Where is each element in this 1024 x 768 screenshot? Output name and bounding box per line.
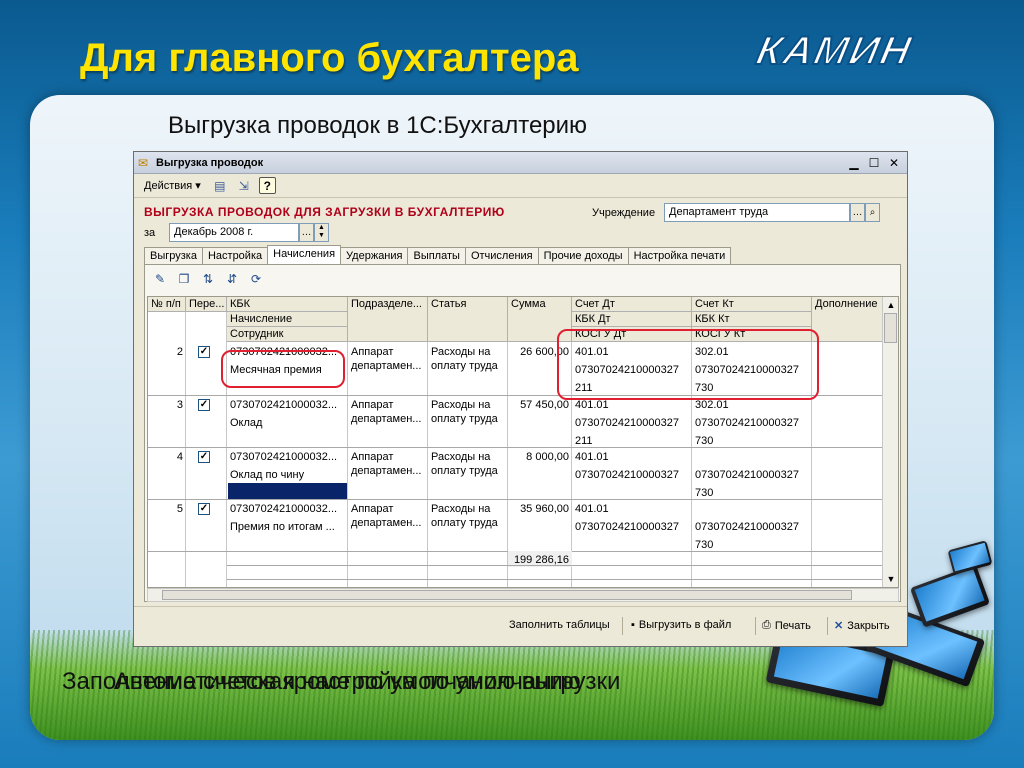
scroll-down-icon[interactable]: ▼ [884, 572, 898, 586]
tab-contributions[interactable]: Отчисления [464, 247, 539, 264]
institution-label: Учреждение [592, 207, 656, 219]
col-extra[interactable]: Дополнение [812, 297, 884, 342]
period-field[interactable]: Декабрь 2008 г. [169, 223, 299, 242]
vertical-scrollbar[interactable]: ▲ ▼ [882, 297, 898, 587]
accruals-panel: ✎ ❐ ⇅ ⇵ ⟳ № п/п Пере... КБК Начисление С… [144, 264, 901, 602]
export-file-button[interactable]: ▪ Выгрузить в файл [631, 619, 731, 631]
fill-tables-button[interactable]: Заполнить таблицы [509, 619, 610, 631]
kamin-logo: КАМИН [752, 28, 918, 74]
period-row: за Декабрь 2008 г. … ▲ ▼ [144, 223, 444, 243]
window-title: Выгрузка проводок [156, 156, 264, 169]
close-x-icon: ✕ [834, 620, 844, 632]
document-icon: ✉ [138, 155, 149, 170]
sort-asc-icon[interactable]: ⇅ [199, 271, 217, 287]
minimize-icon[interactable]: ▁ [845, 155, 863, 171]
print-button[interactable]: ⎙ Печать [762, 619, 811, 632]
transfer-checkbox[interactable]: ✓ [198, 503, 210, 515]
col-credit-kbk: КБК Кт [692, 312, 812, 327]
col-kbk[interactable]: КБК [227, 297, 348, 312]
print-label: Печать [774, 619, 811, 632]
copy-icon[interactable]: ▤ [211, 177, 229, 195]
col-debit-kbk: КБК Дт [572, 312, 692, 327]
col-transfer[interactable]: Пере... [186, 297, 227, 312]
tab-print-settings[interactable]: Настройка печати [627, 247, 732, 264]
transfer-checkbox[interactable]: ✓ [198, 451, 210, 463]
period-spinner[interactable]: ▲ ▼ [314, 223, 329, 242]
tab-payments[interactable]: Выплаты [407, 247, 466, 264]
window-titlebar: ✉ Выгрузка проводок ▁ ☐ ✕ [134, 152, 907, 174]
close-icon[interactable]: ✕ [885, 155, 903, 171]
scroll-up-icon[interactable]: ▲ [884, 298, 898, 312]
slide-subtitle: Выгрузка проводок в 1С:Бухгалтерию [168, 112, 588, 139]
search-icon[interactable]: ⌕ [865, 203, 880, 222]
selected-cell[interactable] [228, 483, 347, 499]
window-toolbar: Действия ▾ ▤ ⇲ ? [134, 174, 907, 198]
col-num[interactable]: № п/п [148, 297, 186, 312]
close-button[interactable]: ✕ Закрыть [834, 619, 890, 633]
refresh-icon[interactable]: ⇲ [235, 177, 253, 195]
highlight-accounts [557, 329, 819, 400]
window-footer: Заполнить таблицы ▪ Выгрузить в файл ⎙ П… [134, 606, 907, 646]
grid-toolbar: ✎ ❐ ⇅ ⇵ ⟳ [151, 271, 265, 287]
slide-title: Для главного бухгалтера [80, 36, 579, 80]
col-kbk-employee: Сотрудник [227, 327, 348, 342]
tab-deductions[interactable]: Удержания [340, 247, 409, 264]
institution-select-button[interactable]: … [850, 203, 865, 222]
printer-icon: ⎙ [762, 619, 771, 631]
institution-field[interactable]: Департамент труда [664, 203, 850, 222]
tab-settings[interactable]: Настройка [201, 247, 269, 264]
caption-text-b: Автоматическая настройка по умолчанию [114, 668, 581, 695]
col-debit[interactable]: Счет Дт [572, 297, 692, 312]
copy-rows-icon[interactable]: ❐ [175, 271, 193, 287]
form-header: ВЫГРУЗКА ПРОВОДОК ДЛЯ ЗАГРУЗКИ В БУХГАЛТ… [144, 203, 897, 223]
maximize-icon[interactable]: ☐ [865, 155, 883, 171]
transfer-checkbox[interactable]: ✓ [198, 399, 210, 411]
period-label: за [144, 227, 156, 239]
horizontal-scrollbar[interactable] [147, 588, 899, 602]
col-division[interactable]: Подразделе... [348, 297, 428, 342]
transfer-checkbox[interactable]: ✓ [198, 346, 210, 358]
period-select-button[interactable]: … [299, 223, 314, 242]
tab-export[interactable]: Выгрузка [144, 247, 203, 264]
sort-desc-icon[interactable]: ⇵ [223, 271, 241, 287]
edit-icon[interactable]: ✎ [151, 271, 169, 287]
refresh-grid-icon[interactable]: ⟳ [247, 271, 265, 287]
tab-bar: Выгрузка Настройка Начисления Удержания … [144, 245, 732, 265]
form-title: ВЫГРУЗКА ПРОВОДОК ДЛЯ ЗАГРУЗКИ В БУХГАЛТ… [144, 205, 505, 219]
col-credit[interactable]: Счет Кт [692, 297, 812, 312]
tab-other-income[interactable]: Прочие доходы [537, 247, 629, 264]
close-label: Закрыть [847, 619, 890, 632]
help-icon[interactable]: ? [258, 177, 276, 194]
col-kbk-accrual: Начисление [227, 312, 348, 327]
highlight-accrual [221, 350, 345, 388]
actions-menu[interactable]: Действия ▾ [140, 177, 205, 194]
floppy-icon: ▪ [631, 619, 635, 631]
col-article[interactable]: Статья [428, 297, 508, 342]
export-file-label: Выгрузить в файл [638, 619, 732, 631]
tab-accruals[interactable]: Начисления [267, 245, 342, 264]
